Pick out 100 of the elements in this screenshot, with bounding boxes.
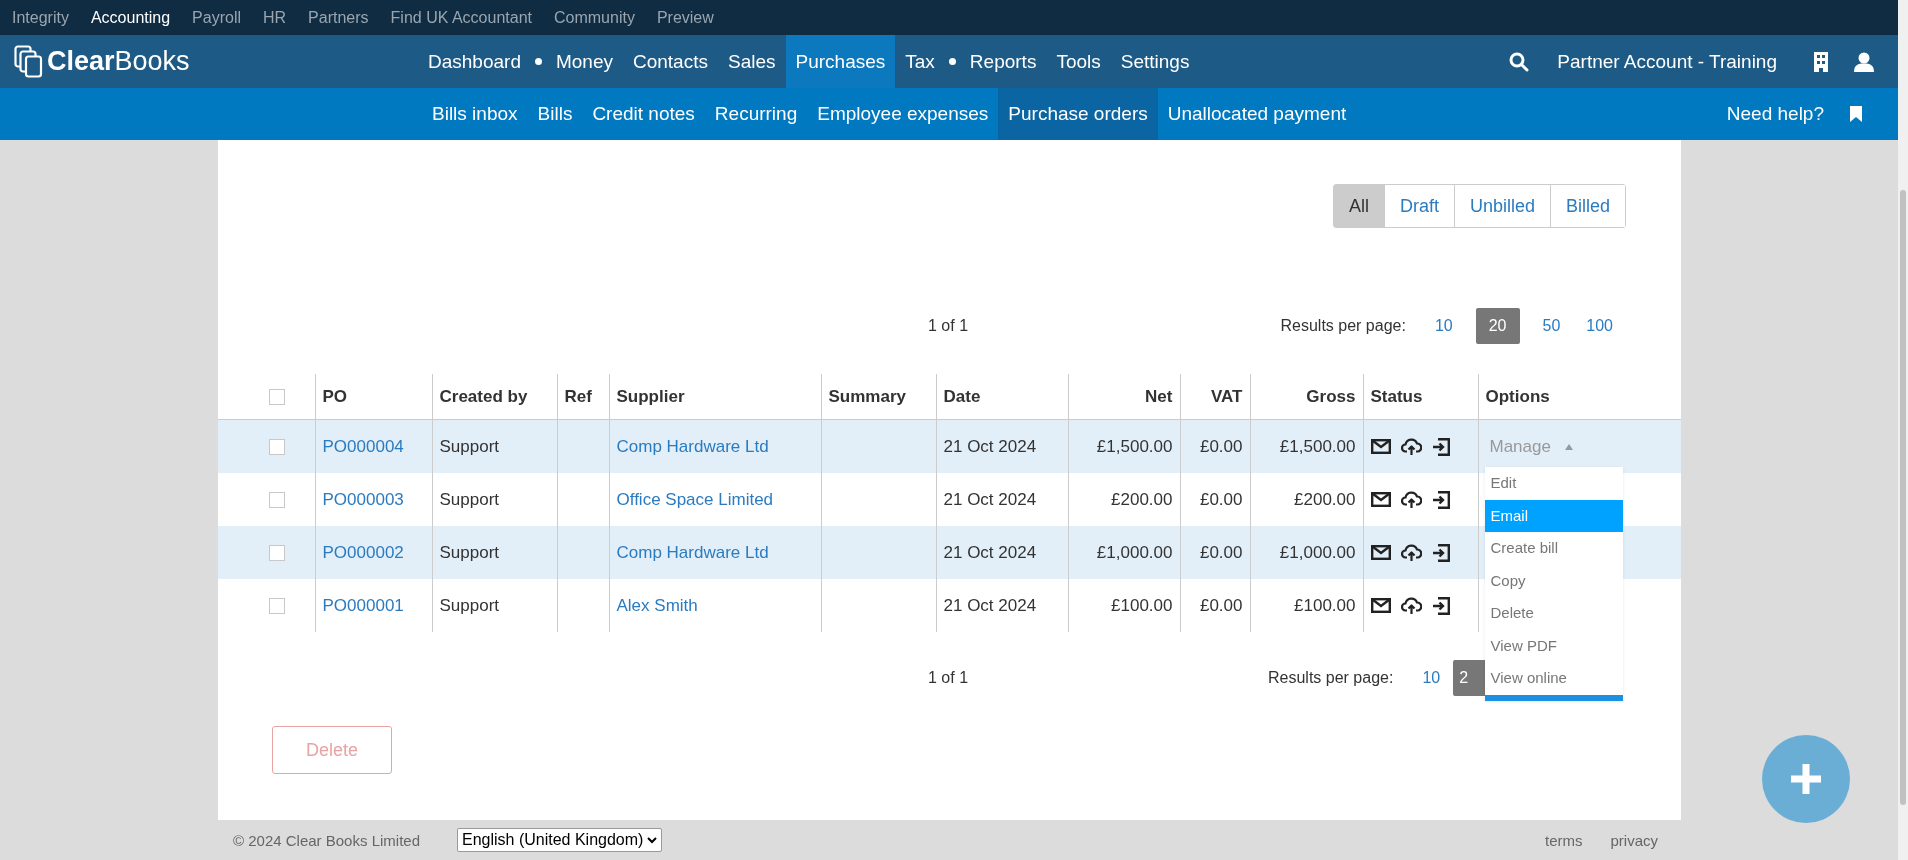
subnav-tab[interactable]: Unallocated payment bbox=[1157, 88, 1357, 140]
subnav-tab[interactable]: Purchase orders bbox=[998, 88, 1158, 140]
envelope-icon[interactable] bbox=[1370, 598, 1391, 613]
table-cell: £0.00 bbox=[1199, 542, 1243, 562]
page-size-option[interactable]: 20 bbox=[1475, 308, 1520, 344]
top-bar-link[interactable]: Payroll bbox=[192, 8, 241, 27]
nav-tab[interactable]: Money bbox=[545, 35, 623, 88]
table-cell: 21 Oct 2024 bbox=[943, 489, 1037, 509]
column-header: Gross bbox=[1306, 386, 1356, 406]
top-bar-link[interactable]: HR bbox=[263, 8, 287, 27]
results-per-page-label: Results per page: bbox=[1280, 317, 1406, 335]
logo-icon bbox=[14, 44, 44, 79]
page-count: 1 of 1 bbox=[928, 317, 970, 335]
table-cell: Support bbox=[439, 436, 500, 456]
envelope-icon[interactable] bbox=[1370, 492, 1391, 507]
cloud-upload-icon[interactable] bbox=[1400, 490, 1422, 509]
page-count: 1 of 1 bbox=[928, 669, 970, 687]
column-header: Summary bbox=[828, 386, 906, 406]
supplier-link[interactable]: Office Space Limited bbox=[616, 489, 774, 509]
column-header: PO bbox=[322, 386, 348, 406]
supplier-link[interactable]: Alex Smith bbox=[616, 595, 698, 615]
scrollbar[interactable] bbox=[1898, 0, 1908, 860]
chevron-icon bbox=[647, 836, 658, 844]
envelope-icon[interactable] bbox=[1370, 545, 1391, 560]
table-cell: £200.00 bbox=[1294, 489, 1356, 509]
menu-item[interactable]: Edit bbox=[1484, 467, 1623, 500]
nav-tab[interactable]: Tax bbox=[895, 35, 945, 88]
table-cell: 21 Oct 2024 bbox=[943, 595, 1037, 615]
bookmark-icon[interactable] bbox=[1850, 106, 1862, 122]
subnav-tab[interactable]: Bills inbox bbox=[422, 88, 528, 140]
select-all-checkbox[interactable] bbox=[268, 389, 285, 405]
row-checkbox[interactable] bbox=[268, 545, 285, 561]
top-bar-link[interactable]: Preview bbox=[656, 8, 714, 27]
table-cell: Support bbox=[439, 542, 500, 562]
table-cell: £0.00 bbox=[1199, 436, 1243, 456]
table-cell: 21 Oct 2024 bbox=[943, 436, 1037, 456]
results-per-page-label: Results per page: bbox=[1268, 669, 1394, 687]
menu-item[interactable]: Copy bbox=[1484, 564, 1623, 597]
manage-dropdown[interactable]: Manage bbox=[1485, 436, 1573, 457]
cloud-upload-icon[interactable] bbox=[1400, 437, 1422, 456]
nav-tab[interactable]: Sales bbox=[717, 35, 786, 88]
nav-tab[interactable]: Contacts bbox=[623, 35, 718, 88]
user-icon[interactable] bbox=[1853, 51, 1875, 72]
table-cell: Support bbox=[439, 489, 500, 509]
menu-item[interactable]: Email bbox=[1484, 499, 1623, 532]
nav-tab[interactable]: Tools bbox=[1046, 35, 1111, 88]
account-name[interactable]: Partner Account - Training bbox=[1557, 50, 1777, 73]
subnav-tab[interactable]: Bills bbox=[527, 88, 583, 140]
top-bar-link[interactable]: Find UK Accountant bbox=[390, 8, 532, 27]
column-header: Status bbox=[1370, 386, 1423, 406]
column-header: Date bbox=[943, 386, 981, 406]
table-cell: £200.00 bbox=[1111, 489, 1173, 509]
menu-item[interactable]: View PDF bbox=[1484, 629, 1623, 662]
copyright-text: © 2024 Clear Books Limited bbox=[233, 831, 420, 849]
po-link[interactable]: PO000001 bbox=[322, 595, 404, 615]
help-link[interactable]: Need help? bbox=[1726, 103, 1824, 125]
sign-in-icon[interactable] bbox=[1431, 596, 1450, 615]
subnav-tab[interactable]: Recurring bbox=[704, 88, 808, 140]
sign-in-icon[interactable] bbox=[1431, 437, 1450, 456]
table-cell: £1,500.00 bbox=[1096, 436, 1173, 456]
sign-in-icon[interactable] bbox=[1431, 543, 1450, 562]
top-bar-link[interactable]: Community bbox=[554, 8, 635, 27]
table-cell: £0.00 bbox=[1199, 489, 1243, 509]
cloud-upload-icon[interactable] bbox=[1400, 596, 1422, 615]
top-bar-link[interactable]: Integrity bbox=[12, 8, 69, 27]
envelope-icon[interactable] bbox=[1370, 439, 1391, 454]
row-checkbox[interactable] bbox=[268, 598, 285, 614]
subnav-tab[interactable]: Employee expenses bbox=[807, 88, 999, 140]
table-cell: £0.00 bbox=[1199, 595, 1243, 615]
logo-text[interactable]: ClearBooks bbox=[47, 46, 190, 77]
nav-tab[interactable]: Settings bbox=[1110, 35, 1200, 88]
column-header: Supplier bbox=[616, 386, 685, 406]
sign-in-icon[interactable] bbox=[1431, 490, 1450, 509]
footer-link[interactable]: privacy bbox=[1610, 831, 1658, 849]
table-cell: £1,000.00 bbox=[1279, 542, 1356, 562]
table-cell: £1,500.00 bbox=[1279, 436, 1356, 456]
search-icon[interactable] bbox=[1509, 51, 1530, 72]
top-bar-link[interactable]: Partners bbox=[308, 8, 369, 27]
po-link[interactable]: PO000003 bbox=[322, 489, 404, 509]
row-checkbox[interactable] bbox=[268, 492, 285, 508]
page-size-option[interactable]: 10 bbox=[1421, 308, 1466, 344]
nav-tab[interactable]: Reports bbox=[959, 35, 1047, 88]
language-select[interactable]: English (United Kingdom) bbox=[457, 828, 663, 852]
cloud-upload-icon[interactable] bbox=[1400, 543, 1422, 562]
page-size-option[interactable]: 100 bbox=[1573, 308, 1626, 344]
filter-tab[interactable]: Billed bbox=[1549, 185, 1625, 227]
menu-item[interactable]: Delete bbox=[1484, 597, 1623, 630]
column-header: Ref bbox=[564, 386, 592, 406]
footer-link[interactable]: terms bbox=[1545, 831, 1583, 849]
building-icon[interactable] bbox=[1813, 51, 1829, 72]
top-bar-link[interactable]: Accounting bbox=[90, 8, 171, 27]
nav-tab[interactable]: Dashboard bbox=[418, 35, 531, 88]
table-cell: £100.00 bbox=[1294, 595, 1356, 615]
nav-tab[interactable]: Purchases bbox=[785, 35, 896, 88]
filter-tab[interactable]: All bbox=[1333, 185, 1384, 227]
page-size-option[interactable]: 50 bbox=[1529, 308, 1574, 344]
page-size-option[interactable]: 10 bbox=[1409, 660, 1454, 696]
table-cell: Support bbox=[439, 595, 500, 615]
subnav-tab[interactable]: Credit notes bbox=[582, 88, 705, 140]
row-checkbox[interactable] bbox=[268, 439, 285, 455]
